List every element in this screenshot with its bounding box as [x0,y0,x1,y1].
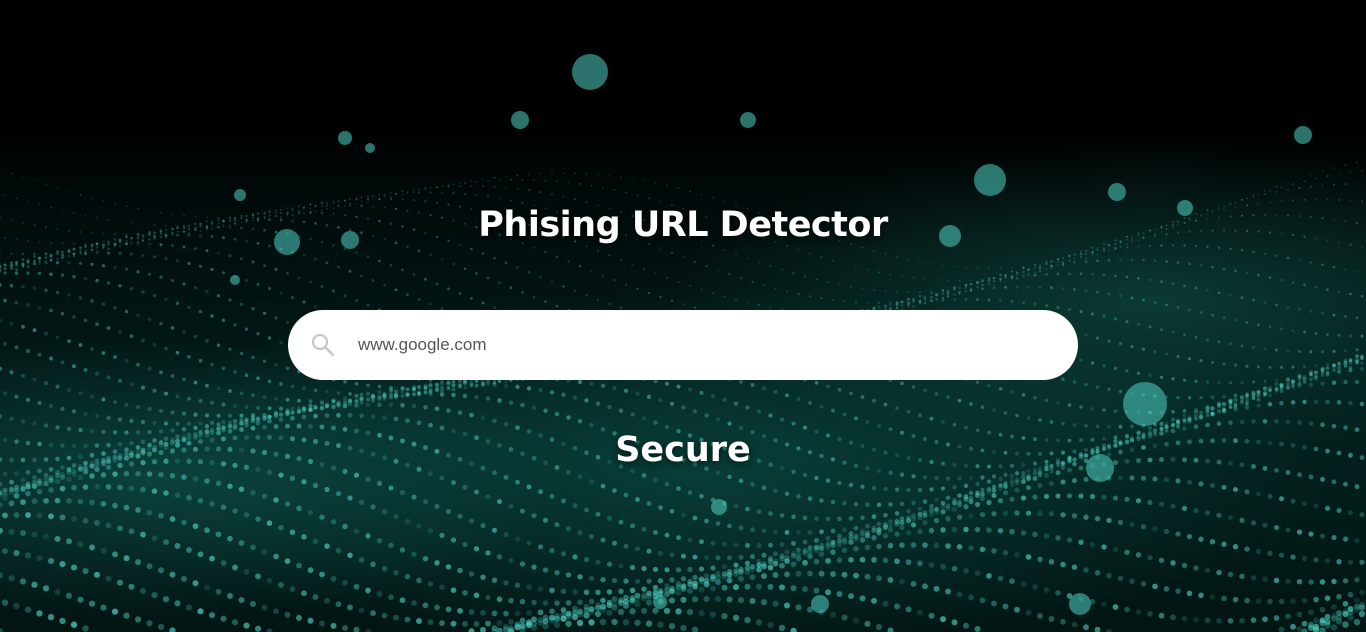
page-title: Phising URL Detector [478,205,888,245]
result-label: Secure [615,430,751,470]
url-search-bar[interactable] [288,310,1078,380]
search-icon [311,333,335,357]
page-background: Phising URL Detector Secure [0,0,1366,632]
url-input[interactable] [358,325,1078,365]
